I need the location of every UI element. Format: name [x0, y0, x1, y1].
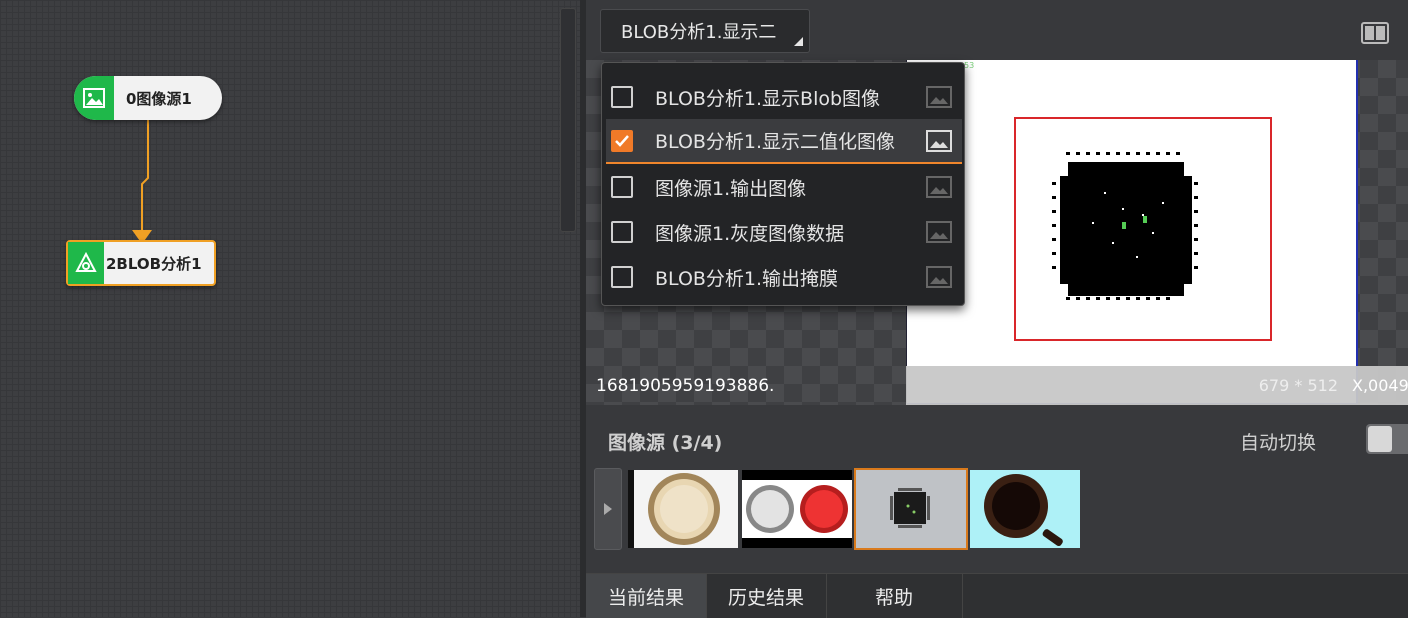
checkbox-checked[interactable]: [611, 129, 633, 152]
checkbox[interactable]: [611, 176, 633, 198]
image-select-dropdown[interactable]: BLOB分析1.显示二: [600, 9, 810, 53]
auto-switch-label: 自动切换: [1240, 432, 1317, 454]
thumbnail-chip[interactable]: [854, 468, 968, 550]
tab-current-result[interactable]: 当前结果: [586, 574, 707, 618]
menu-item-blob-image[interactable]: BLOB分析1.显示Blob图像: [606, 75, 962, 119]
image-filename: 1681905959193886.p: [596, 376, 776, 396]
check-icon: [615, 134, 629, 147]
thumbnail-bottle-cap-gold[interactable]: [628, 470, 738, 548]
thumbnail-bottle-caps-silver-red[interactable]: [742, 470, 852, 548]
image-size-readout: 679 * 512: [1258, 376, 1338, 395]
node-image-source[interactable]: 0图像源1: [74, 76, 222, 120]
flow-canvas[interactable]: 0图像源1 2BLOB分析1: [0, 0, 580, 617]
menu-item-label: BLOB分析1.输出掩膜: [655, 267, 839, 290]
checkbox[interactable]: [611, 86, 633, 108]
image-icon: [74, 76, 114, 120]
menu-item-label: 图像源1.灰度图像数据: [655, 222, 845, 245]
viewer-marker-label: 53: [964, 61, 975, 70]
dropdown-caret-icon: [794, 37, 803, 46]
canvas-scrollbar[interactable]: [560, 8, 576, 232]
caret-right-icon: [604, 503, 612, 515]
menu-item-label: BLOB分析1.显示二值化图像: [655, 131, 896, 153]
menu-item-label: 图像源1.输出图像: [655, 177, 807, 200]
thumbnail-coffee-cup[interactable]: [970, 470, 1080, 548]
menu-item-binary-image[interactable]: BLOB分析1.显示二值化图像: [606, 119, 962, 164]
tab-history-result[interactable]: 历史结果: [706, 574, 827, 618]
blob-icon: [68, 242, 104, 284]
tab-help[interactable]: 帮助: [826, 574, 963, 618]
menu-item-source-output[interactable]: 图像源1.输出图像: [606, 165, 962, 209]
image-output-dropdown-menu: BLOB分析1.显示Blob图像 BLOB分析1.显示二值化图像 图像源1.输出…: [601, 62, 965, 306]
binary-chip-image: [1052, 152, 1198, 300]
image-source-header: 图像源 (3/4) 自动切换: [586, 406, 1408, 466]
auto-switch-toggle[interactable]: [1366, 424, 1408, 454]
image-icon: [926, 176, 952, 198]
node-blob-analysis[interactable]: 2BLOB分析1: [66, 240, 216, 286]
split-layout-button[interactable]: [1361, 22, 1389, 44]
result-tab-bar: 当前结果 历史结果 帮助: [586, 573, 1408, 618]
menu-item-mask[interactable]: BLOB分析1.输出掩膜: [606, 255, 962, 299]
image-source-title: 图像源 (3/4): [608, 432, 723, 454]
menu-item-gray-data[interactable]: 图像源1.灰度图像数据: [606, 210, 962, 254]
strip-expand-button[interactable]: [594, 468, 622, 550]
menu-item-label: BLOB分析1.显示Blob图像: [655, 87, 881, 110]
image-icon: [926, 129, 952, 152]
image-icon: [926, 221, 952, 243]
image-icon: [926, 266, 952, 288]
cursor-coordinate: X,0049: [1352, 376, 1408, 395]
viewer-info-bar: 1681905959193886.p 679 * 512 X,0049: [586, 366, 1408, 405]
checkbox[interactable]: [611, 266, 633, 288]
node-label: 0图像源1: [126, 89, 192, 108]
checkbox[interactable]: [611, 221, 633, 243]
node-label: 2BLOB分析1: [106, 254, 202, 273]
image-icon: [926, 86, 952, 108]
image-select-value: BLOB分析1.显示二: [621, 22, 777, 43]
